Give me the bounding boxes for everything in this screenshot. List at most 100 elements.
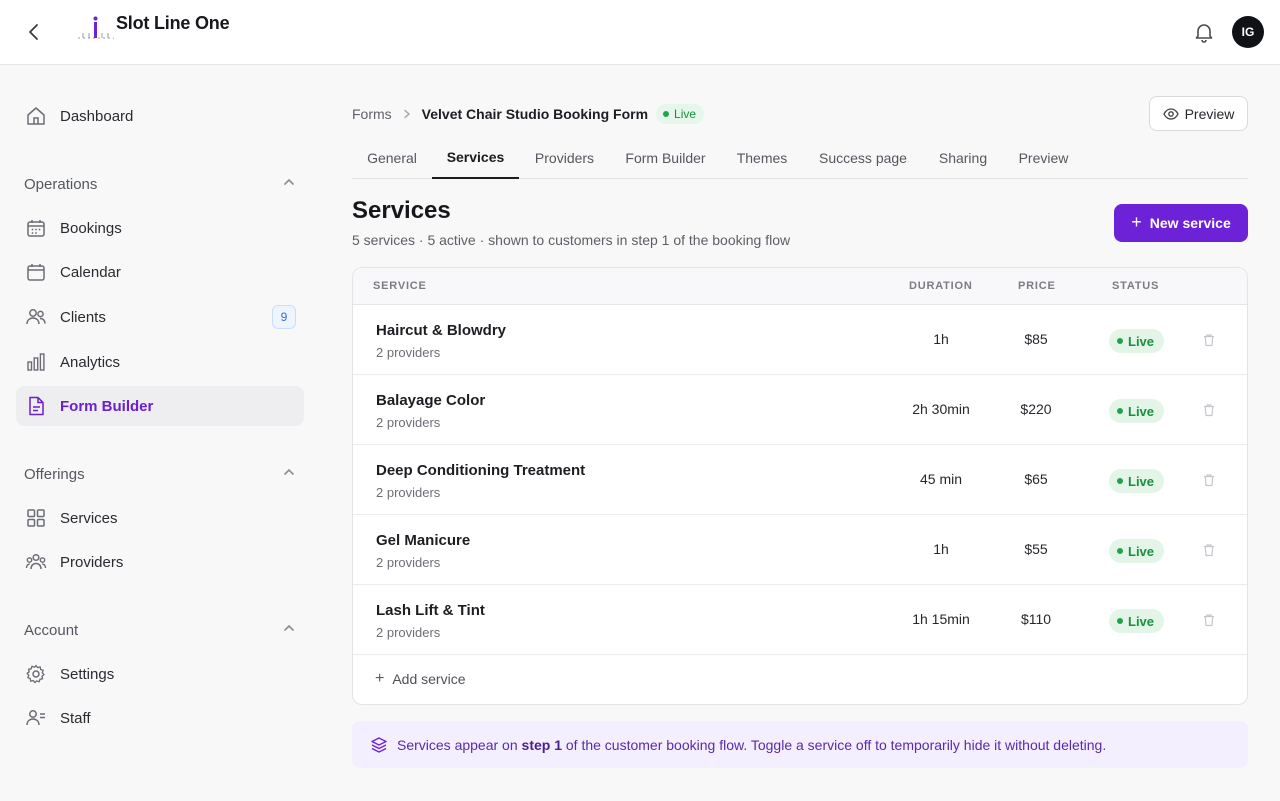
chevron-up-icon	[282, 465, 296, 484]
page-title: Services	[352, 197, 451, 224]
table-row[interactable]: Balayage Color 2 providers 2h 30min $220…	[353, 375, 1247, 445]
section-account[interactable]: Account	[24, 618, 296, 642]
trash-icon[interactable]	[1199, 470, 1219, 490]
new-service-label: New service	[1149, 215, 1231, 231]
add-service-button[interactable]: + Add service	[375, 670, 466, 688]
status-dot-icon	[1117, 548, 1123, 554]
logo-icon	[77, 14, 115, 40]
status-badge[interactable]: Live	[1109, 469, 1165, 493]
sidebar-item-dashboard[interactable]: Dashboard	[16, 96, 304, 136]
service-price: $65	[1024, 471, 1048, 487]
sidebar-item-label: Analytics	[60, 353, 121, 371]
add-service-label: Add service	[392, 671, 466, 687]
layers-icon	[370, 736, 388, 754]
column-header-price: PRICE	[1018, 280, 1056, 292]
column-header-duration: DURATION	[909, 280, 973, 292]
trash-icon[interactable]	[1199, 540, 1219, 560]
status-dot-icon	[1117, 338, 1123, 344]
status-badge[interactable]: Live	[1109, 399, 1165, 423]
home-icon	[24, 104, 48, 128]
sidebar-item-label: Providers	[60, 553, 124, 571]
table-row[interactable]: Lash Lift & Tint 2 providers 1h 15min $1…	[353, 585, 1247, 655]
staff-icon	[24, 706, 48, 730]
status-badge[interactable]: Live	[1109, 539, 1165, 563]
new-service-button[interactable]: + New service	[1114, 204, 1248, 242]
section-operations[interactable]: Operations	[24, 172, 296, 196]
sidebar-item-label: Bookings	[60, 219, 122, 237]
table-row[interactable]: Gel Manicure 2 providers 1h $55 Live	[353, 515, 1247, 585]
status-dot-icon	[1117, 408, 1123, 414]
info-text: Services appear on step 1 of the custome…	[397, 737, 1106, 753]
status-label: Live	[674, 107, 697, 121]
table-row[interactable]: Deep Conditioning Treatment 2 providers …	[353, 445, 1247, 515]
preview-label: Preview	[1184, 105, 1235, 122]
service-price: $55	[1024, 541, 1048, 557]
tab-form-builder[interactable]: Form Builder	[610, 136, 721, 179]
breadcrumb-current-form: Velvet Chair Studio Booking Form	[421, 106, 649, 122]
breadcrumb-forms-link[interactable]: Forms	[352, 106, 392, 122]
status-label: Live	[1128, 543, 1155, 559]
service-providers: 2 providers	[376, 625, 441, 640]
tab-success-page[interactable]: Success page	[803, 136, 923, 179]
service-duration: 45 min	[919, 471, 963, 487]
sidebar-item-staff[interactable]: Staff	[16, 698, 304, 738]
sidebar-item-label: Settings	[60, 665, 115, 683]
service-name: Deep Conditioning Treatment	[376, 462, 586, 479]
preview-button[interactable]: Preview	[1149, 96, 1248, 131]
avatar[interactable]: IG	[1232, 16, 1264, 48]
column-header-service: SERVICE	[373, 280, 427, 292]
status-badge[interactable]: Live	[1109, 609, 1165, 633]
calendar-grid-icon	[24, 216, 48, 240]
sidebar-item-bookings[interactable]: Bookings	[16, 208, 304, 248]
bar-chart-icon	[24, 350, 48, 374]
section-label: Account	[24, 621, 79, 639]
sidebar-item-form-builder[interactable]: Form Builder	[16, 386, 304, 426]
chevron-up-icon	[282, 621, 296, 640]
count-badge: 9	[272, 305, 296, 329]
service-duration: 2h 30min	[912, 401, 970, 417]
sidebar-item-clients[interactable]: Clients 9	[16, 297, 304, 337]
service-name: Gel Manicure	[376, 532, 471, 549]
info-banner: Services appear on step 1 of the custome…	[352, 721, 1248, 768]
back-arrow-icon[interactable]	[22, 20, 46, 44]
info-text-emphasis: step 1	[521, 736, 562, 753]
sidebar-item-services[interactable]: Services	[16, 498, 304, 538]
service-name: Haircut & Blowdry	[376, 322, 507, 339]
app-title: Slot Line One	[116, 13, 230, 33]
tab-services[interactable]: Services	[432, 136, 519, 179]
info-text-end: of the customer booking flow. Toggle a s…	[562, 736, 1107, 753]
status-badge: Live	[656, 104, 705, 124]
tab-themes[interactable]: Themes	[721, 136, 803, 179]
status-badge[interactable]: Live	[1109, 329, 1165, 353]
top-bar: Slot Line One IG	[0, 0, 1280, 65]
chevron-up-icon	[282, 175, 296, 194]
chevron-right-icon	[402, 109, 412, 119]
gear-icon	[24, 662, 48, 686]
trash-icon[interactable]	[1199, 610, 1219, 630]
grid-icon	[24, 506, 48, 530]
calendar-icon	[24, 260, 48, 284]
status-dot-icon	[663, 111, 670, 117]
sidebar: Dashboard Operations Bookings Calendar C…	[0, 65, 320, 801]
tab-preview[interactable]: Preview	[1003, 136, 1084, 179]
trash-icon[interactable]	[1199, 400, 1219, 420]
tab-providers[interactable]: Providers	[519, 136, 610, 179]
sidebar-item-calendar[interactable]: Calendar	[16, 252, 304, 292]
tab-sharing[interactable]: Sharing	[923, 136, 1003, 179]
status-dot-icon	[1117, 478, 1123, 484]
service-price: $85	[1024, 331, 1048, 347]
notification-bell-icon[interactable]	[1192, 20, 1216, 44]
sidebar-item-analytics[interactable]: Analytics	[16, 342, 304, 382]
services-table: SERVICE DURATION PRICE STATUS Haircut & …	[352, 267, 1248, 705]
tab-general[interactable]: General	[352, 136, 432, 179]
service-price: $220	[1020, 401, 1052, 417]
table-row[interactable]: Haircut & Blowdry 2 providers 1h $85 Liv…	[353, 305, 1247, 375]
status-label: Live	[1128, 403, 1155, 419]
service-providers: 2 providers	[376, 415, 441, 430]
info-text-start: Services appear on	[397, 736, 522, 753]
service-providers: 2 providers	[376, 345, 441, 360]
sidebar-item-settings[interactable]: Settings	[16, 654, 304, 694]
trash-icon[interactable]	[1199, 330, 1219, 350]
sidebar-item-providers[interactable]: Providers	[16, 542, 304, 582]
section-offerings[interactable]: Offerings	[24, 462, 296, 486]
